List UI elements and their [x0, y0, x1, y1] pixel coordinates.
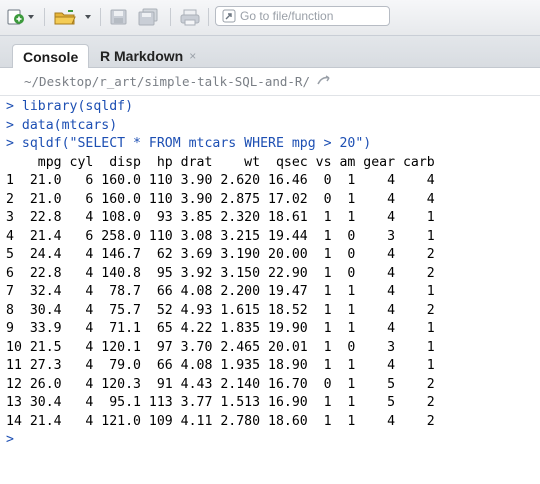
console-output[interactable]: > library(sqldf) > data(mtcars) > sqldf(… — [0, 98, 540, 484]
result-row: 4 21.4 6 258.0 110 3.08 3.215 19.44 1 0 … — [6, 228, 435, 244]
go-to-file-placeholder: Go to file/function — [240, 9, 334, 23]
result-row: 3 22.8 4 108.0 93 3.85 2.320 18.61 1 1 4… — [6, 210, 435, 225]
console-command: > sqldf("SELECT * FROM mtcars WHERE mpg … — [6, 136, 372, 151]
result-row: 8 30.4 4 75.7 52 4.93 1.615 18.52 1 1 4 … — [6, 302, 435, 318]
result-row: 11 27.3 4 79.0 66 4.08 1.935 18.90 1 1 4… — [6, 358, 435, 373]
save-all-button[interactable] — [136, 7, 162, 27]
open-folder-icon — [54, 10, 91, 25]
result-row: 1 21.0 6 160.0 110 3.90 2.620 16.46 0 1 … — [6, 173, 435, 188]
result-row: 6 22.8 4 140.8 95 3.92 3.150 22.90 1 0 4… — [6, 265, 435, 281]
main-toolbar: Go to file/function — [0, 0, 540, 36]
working-directory-bar: ~/Desktop/r_art/simple-talk-SQL-and-R/ — [0, 68, 540, 96]
go-to-icon — [222, 9, 236, 23]
tab-console[interactable]: Console — [12, 44, 90, 69]
result-row: 9 33.9 4 71.1 65 4.22 1.835 19.90 1 1 4 … — [6, 321, 435, 336]
result-row: 12 26.0 4 120.3 91 4.43 2.140 16.70 0 1 … — [6, 376, 435, 392]
result-row: 7 32.4 4 78.7 66 4.08 2.200 19.47 1 1 4 … — [6, 284, 435, 299]
save-all-icon — [138, 8, 158, 26]
console-command: > data(mtcars) — [6, 117, 118, 133]
tab-r-markdown[interactable]: R Markdown × — [90, 44, 206, 68]
result-row: 13 30.4 4 95.1 113 3.77 1.513 16.90 1 1 … — [6, 395, 435, 410]
new-file-button[interactable] — [6, 7, 36, 27]
result-header: mpg cyl disp hp drat wt qsec vs am gear … — [6, 154, 435, 170]
open-file-button[interactable] — [52, 7, 94, 27]
working-directory-path: ~/Desktop/r_art/simple-talk-SQL-and-R/ — [24, 74, 310, 89]
print-icon — [180, 9, 200, 26]
result-row: 10 21.5 4 120.1 97 3.70 2.465 20.01 1 0 … — [6, 339, 435, 355]
go-to-file-input[interactable]: Go to file/function — [215, 6, 390, 26]
tab-console-label: Console — [23, 49, 79, 65]
tab-r-markdown-label: R Markdown — [100, 48, 184, 64]
close-icon[interactable]: × — [189, 49, 196, 63]
console-prompt[interactable]: > — [6, 431, 540, 450]
save-icon — [110, 9, 127, 25]
new-file-icon — [7, 9, 34, 25]
result-row: 14 21.4 4 121.0 109 4.11 2.780 18.60 1 1… — [6, 413, 435, 429]
save-button[interactable] — [108, 7, 130, 27]
result-row: 5 24.4 4 146.7 62 3.69 3.190 20.00 1 0 4… — [6, 247, 435, 262]
console-command: > library(sqldf) — [6, 99, 134, 114]
result-row: 2 21.0 6 160.0 110 3.90 2.875 17.02 0 1 … — [6, 191, 435, 207]
go-to-directory-icon[interactable] — [316, 74, 332, 89]
print-button[interactable] — [178, 7, 202, 27]
pane-tab-bar: Console R Markdown × — [0, 36, 540, 69]
